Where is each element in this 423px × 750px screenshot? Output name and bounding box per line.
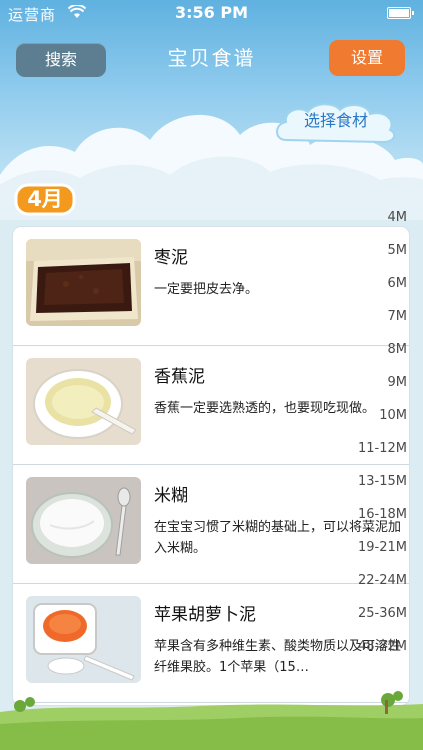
month-index-item[interactable]: 22-24M xyxy=(358,573,407,588)
settings-button[interactable]: 设置 xyxy=(329,40,405,76)
status-time: 3:56 PM xyxy=(174,3,248,22)
nav-bar: 搜索 宝贝食谱 设置 xyxy=(0,28,423,88)
month-index-item[interactable]: 8M xyxy=(388,342,408,357)
select-ingredients-label: 选择食材 xyxy=(303,111,368,130)
month-badge: 4月 xyxy=(14,182,76,216)
battery-icon xyxy=(387,7,414,19)
month-index-item[interactable]: 25-36M xyxy=(358,606,407,621)
month-index-item[interactable]: 11-12M xyxy=(358,441,407,456)
recipe-title: 米糊 xyxy=(154,486,188,506)
month-index-item[interactable]: 6M xyxy=(388,276,408,291)
recipe-title: 苹果胡萝卜泥 xyxy=(154,605,256,625)
recipe-thumbnail xyxy=(26,596,141,683)
recipe-title: 香蕉泥 xyxy=(154,367,205,387)
recipe-thumbnail xyxy=(26,239,141,326)
month-index-item[interactable]: 48-72M xyxy=(358,639,407,654)
recipe-title: 枣泥 xyxy=(154,248,188,268)
month-index-item[interactable]: 19-21M xyxy=(358,540,407,555)
month-index-item[interactable]: 4M xyxy=(388,210,408,225)
month-index-item[interactable]: 9M xyxy=(388,375,408,390)
month-badge-label: 4月 xyxy=(27,187,63,211)
month-index-item[interactable]: 5M xyxy=(388,243,408,258)
recipe-thumbnail xyxy=(26,477,141,564)
month-index-item[interactable]: 16-18M xyxy=(358,507,407,522)
select-ingredients-button[interactable]: 选择食材 xyxy=(272,100,400,146)
battery-fill xyxy=(389,9,409,17)
month-index-item[interactable]: 10M xyxy=(379,408,407,423)
recipe-thumbnail xyxy=(26,358,141,445)
month-index-item[interactable]: 13-15M xyxy=(358,474,407,489)
month-index-bar[interactable]: 4M 5M 6M 7M 8M 9M 10M 11-12M 13-15M 16-18M 19-21M 2… xyxy=(347,210,407,670)
status-bar: 运营商 3:56 PM xyxy=(0,0,423,28)
grass-decoration xyxy=(0,691,423,750)
month-index-item[interactable]: 7M xyxy=(388,309,408,324)
